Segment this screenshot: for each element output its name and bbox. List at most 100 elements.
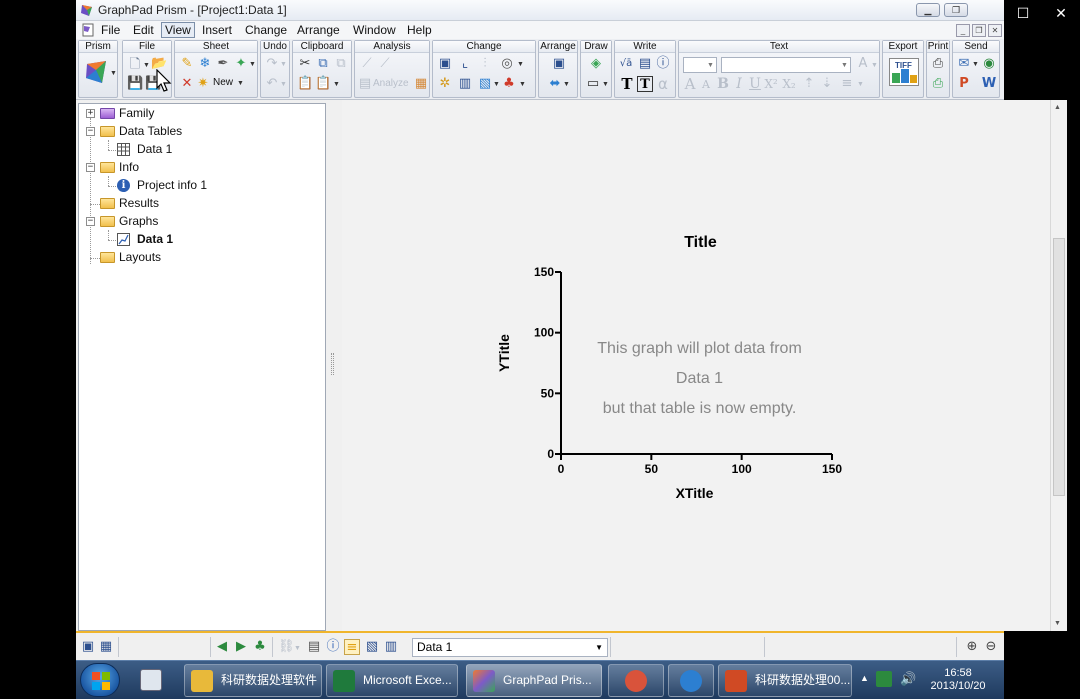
greek-symbol-icon[interactable]: α [655,76,671,92]
gallery-icon[interactable]: ▦ [98,639,114,655]
tree-item-project-info-1[interactable]: i Project info 1 [117,177,287,194]
expand-toggle[interactable]: + [86,109,95,118]
tree-item-data-tables[interactable]: − Data Tables [85,123,285,140]
zoom-change-dropdown-icon[interactable]: ▼ [517,61,524,68]
graph-sheet[interactable]: Title 0 50 100 150 0 50 100 150 XTitle YTitle This … [342,100,1052,631]
zoom-in-icon[interactable]: ⊕ [964,639,980,655]
prism-dropdown-icon[interactable]: ▼ [110,70,117,77]
raise-baseline-icon[interactable]: ⇡ [801,76,817,92]
analyze-icon[interactable]: ▤ [357,76,373,92]
scroll-down-icon[interactable]: ▼ [1054,620,1061,627]
results-nav-icon[interactable]: ≡ [344,639,360,655]
splitter-grip[interactable] [331,353,334,375]
cut-icon[interactable]: ✂ [297,56,313,72]
subscript-icon[interactable]: X₂ [781,76,797,92]
menu-arrange[interactable]: Arrange [294,22,343,38]
copy-icon[interactable]: ⧉ [315,56,331,72]
grow-font-icon[interactable]: A [682,76,698,92]
sheet-select-dropdown-icon[interactable]: ▼ [595,639,603,656]
print-preview-icon[interactable]: ⎙ [930,76,946,92]
italic-icon[interactable]: I [731,76,747,92]
taskbar-item-3[interactable]: GraphPad Pris... [466,664,602,697]
redo-icon[interactable]: ↷ [264,56,280,72]
analysis-fit-icon[interactable]: ⟋ [377,56,393,72]
new-file-icon[interactable]: 🗋 [127,57,143,73]
font-name-dropdown-icon[interactable]: ▼ [841,62,848,69]
new-sheet-dropdown-icon[interactable]: ▼ [237,80,244,87]
collapse-toggle[interactable]: − [86,127,95,136]
minimize-button[interactable]: ▁ [916,3,940,17]
align-text-dropdown-icon[interactable]: ▼ [857,81,864,88]
layout-nav-icon[interactable]: ▥ [383,639,399,655]
analyze-label[interactable]: Analyze [373,78,409,89]
redo-dropdown-icon[interactable]: ▼ [280,61,287,68]
zoom-change-icon[interactable]: ◎ [499,56,515,72]
snowflake-icon[interactable]: ❄ [197,56,213,72]
start-button[interactable] [80,663,120,697]
input-method-icon[interactable] [876,671,892,687]
graph-nav-icon[interactable]: ▧ [364,639,380,655]
new-file-dropdown-icon[interactable]: ▼ [143,62,150,69]
mdi-minimize-button[interactable]: _ [956,24,970,37]
font-name-select[interactable] [721,57,851,73]
tree-item-graphs[interactable]: − Graphs [85,213,285,230]
change-data-icon[interactable]: ⫶ [477,56,493,72]
rectangle-dropdown-icon[interactable]: ▼ [602,81,609,88]
graph-canvas[interactable]: Title 0 50 100 150 0 50 100 150 XTitle YTitle This … [342,100,1052,631]
link-icon[interactable]: ⛓ [278,639,295,655]
tree-item-family[interactable]: + Family [85,105,285,122]
export-tiff-icon[interactable]: TIFF [889,58,919,86]
undo-dropdown-icon[interactable]: ▼ [280,81,287,88]
wand-dropdown-icon[interactable]: ▼ [249,61,256,68]
draw-shape-icon[interactable]: ◈ [588,56,604,72]
color-scheme-dropdown-icon[interactable]: ▼ [519,81,526,88]
underline-icon[interactable]: U [747,76,763,92]
font-color-dropdown-icon[interactable]: ▼ [871,62,878,69]
volume-icon[interactable]: 🔊 [900,671,916,687]
menu-view[interactable]: View [161,22,195,38]
email-icon[interactable]: ✉ [956,56,972,72]
arrange-dropdown-icon[interactable]: ▼ [563,81,570,88]
align-icon[interactable]: ▣ [551,56,567,72]
mdi-restore-button[interactable]: ❐ [972,24,986,37]
results-table-icon[interactable]: ▦ [413,76,429,92]
font-size-dropdown-icon[interactable]: ▼ [707,62,714,69]
view-navigator-icon[interactable]: ▣ [80,639,96,655]
format-axes-icon[interactable]: ⌞ [457,56,473,72]
graph-style-dropdown-icon[interactable]: ▼ [493,81,500,88]
print-icon[interactable]: ⎙ [930,56,946,72]
zoom-out-icon[interactable]: ⊖ [983,639,999,655]
link-dropdown-icon[interactable]: ▼ [294,645,301,652]
menu-change[interactable]: Change [242,22,290,38]
go-to-sheet-icon[interactable]: ♣ [252,639,268,655]
graph-style-icon[interactable]: ▧ [477,76,493,92]
analysis-chart-icon[interactable]: ⟋ [359,56,375,72]
pane-splitter[interactable] [326,103,340,631]
color-scheme-icon[interactable]: ♣ [501,76,517,92]
paste-icon[interactable]: 📋 [297,76,313,92]
new-sheet-label[interactable]: New [213,77,233,88]
menu-window[interactable]: Window [350,22,399,38]
tree-item-graph-data-1[interactable]: Data 1 [117,231,287,248]
paste-special-icon[interactable]: 📋 [315,76,331,92]
mdi-close-button[interactable]: ✕ [988,24,1002,37]
copy-special-icon[interactable]: ⧉ [333,56,349,72]
taskbar-item-4[interactable] [608,664,664,697]
scroll-thumb[interactable] [1053,238,1065,496]
superscript-icon[interactable]: X² [763,76,779,92]
menu-edit[interactable]: Edit [130,22,157,38]
info-nav-icon[interactable]: ⓘ [325,639,341,655]
prism-cube-icon[interactable] [84,58,112,86]
info-constant-icon[interactable]: ⓘ [655,56,671,72]
menu-insert[interactable]: Insert [199,22,235,38]
tree-item-layouts[interactable]: Layouts [85,249,285,266]
email-dropdown-icon[interactable]: ▼ [972,61,979,68]
align-text-icon[interactable]: ≡ [839,76,855,92]
clock[interactable]: 16:58 2013/10/20 [922,667,994,693]
data-table-nav-icon[interactable]: ▤ [306,639,322,655]
tree-item-data-table-1[interactable]: Data 1 [117,141,287,158]
word-icon[interactable]: ▤ [637,56,653,72]
taskbar-item-1[interactable]: 科研数据处理软件 [184,664,322,697]
paste-dropdown-icon[interactable]: ▼ [333,81,340,88]
send-to-powerpoint-icon[interactable]: P [956,76,972,92]
